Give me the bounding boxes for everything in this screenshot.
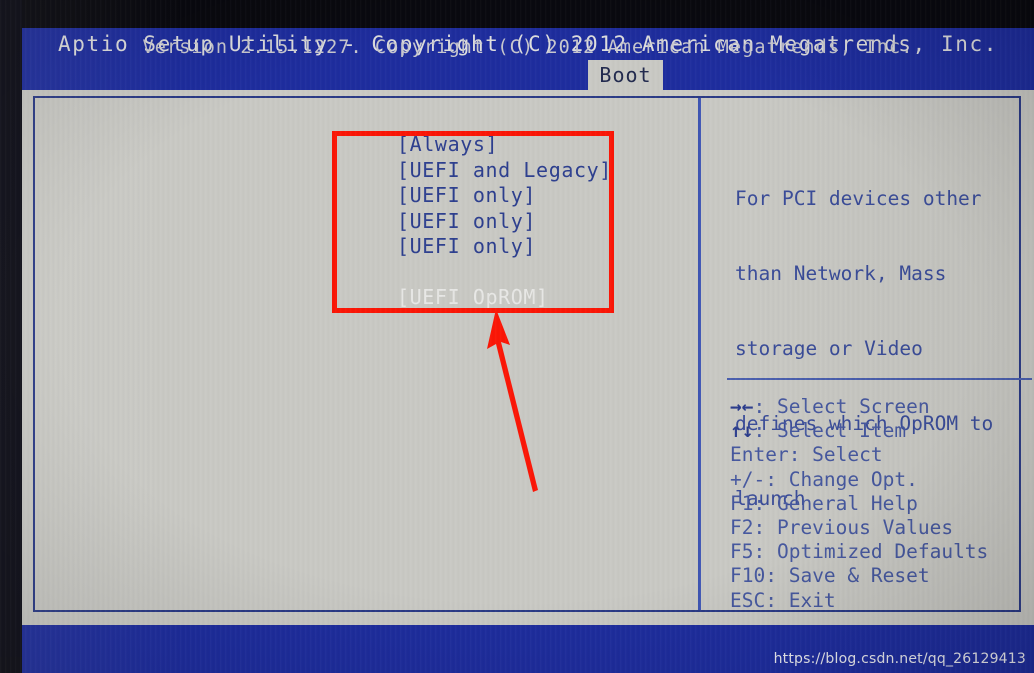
bios-screen: Aptio Setup Utility - Copyright (C) 2012… [0, 0, 1034, 673]
help-line: storage or Video [735, 337, 923, 360]
key-legend-label: : Select [788, 443, 883, 467]
panel-vertical-divider [698, 98, 701, 610]
help-line: For PCI devices other [735, 187, 982, 210]
key-legend-item-change-opt: +/-: Change Opt. [730, 468, 1030, 492]
key-legend-label: : Previous Values [753, 516, 954, 540]
setting-row-boot-option-filter[interactable]: Boot option filter [UEFI and Legacy] [60, 158, 680, 184]
key-name: F1 [730, 491, 754, 515]
setting-value[interactable]: [UEFI only] [397, 209, 536, 233]
help-keys-divider [727, 378, 1032, 380]
key-legend-item-enter-select: Enter: Select [730, 443, 1030, 467]
bios-setup-utility: Aptio Setup Utility - Copyright (C) 2012… [22, 28, 1034, 673]
key-name: F5 [730, 540, 754, 564]
key-name: F2 [730, 516, 754, 540]
setting-value[interactable]: [UEFI and Legacy] [397, 158, 612, 182]
key-legend-label: : Change Opt. [765, 467, 918, 491]
key-legend-label: : Exit [765, 588, 836, 612]
arrow-up-down-icon: ↑↓ [730, 419, 754, 443]
key-legend-label: : Select Item [753, 419, 907, 443]
monitor-bezel-top [0, 0, 1034, 28]
settings-list: Launch CSM [Always] Boot option filter [… [60, 132, 680, 311]
key-legend-item-select-item: ↑↓: Select Item [730, 419, 1030, 443]
monitor-bezel-left [0, 0, 22, 673]
key-legend-label: : General Help [753, 491, 918, 515]
arrow-left-right-icon: →← [730, 395, 754, 418]
key-legend-item-exit: ESC: Exit [730, 589, 1030, 613]
key-name: +/- [730, 467, 766, 491]
setting-row-launch-video-oprom-policy[interactable]: Launch Video OpROM po [UEFI only] [60, 234, 680, 260]
setting-value[interactable]: [Always] [397, 132, 498, 156]
settings-spacer [60, 260, 680, 286]
key-name: F10 [730, 564, 766, 588]
key-legend-item-save-and-reset: F10: Save & Reset [730, 564, 1030, 588]
help-line: than Network, Mass [735, 262, 947, 285]
setting-value[interactable]: [UEFI only] [397, 234, 536, 258]
key-legend-item-general-help: F1: General Help [730, 492, 1030, 516]
key-legend-label: : Optimized Defaults [753, 540, 989, 564]
setting-row-launch-storage-oprom[interactable]: Launch Storage OpROM [UEFI only] [60, 209, 680, 235]
content-area: Launch CSM [Always] Boot option filter [… [22, 90, 1034, 625]
setting-row-launch-csm[interactable]: Launch CSM [Always] [60, 132, 680, 158]
key-legend-item-optimized-defaults: F5: Optimized Defaults [730, 540, 1030, 564]
key-legend-label: : Save & Reset [765, 564, 930, 588]
setting-row-launch-pxe-oprom-policy[interactable]: Launch PXE OpROM poli [UEFI only] [60, 183, 680, 209]
key-legend-label: : Select Screen [753, 395, 930, 418]
setting-value[interactable]: [UEFI only] [397, 183, 536, 207]
key-name: ESC [730, 588, 766, 612]
watermark: https://blog.csdn.net/qq_26129413 [773, 651, 1026, 667]
key-legend: →←: Select Screen ↑↓: Select Item Enter:… [730, 395, 1030, 613]
key-legend-item-select-screen: →←: Select Screen [730, 395, 1030, 419]
setting-row-other-pci-device-rom: Other PCI device ROM [UEFI OpROM] [60, 285, 680, 311]
key-legend-item-previous-values: F2: Previous Values [730, 516, 1030, 540]
setting-value: [UEFI OpROM] [397, 285, 549, 309]
key-name: Enter [730, 443, 789, 467]
version-text: Version 2.15.1227. Copyright (C) 2012 Am… [142, 37, 914, 58]
